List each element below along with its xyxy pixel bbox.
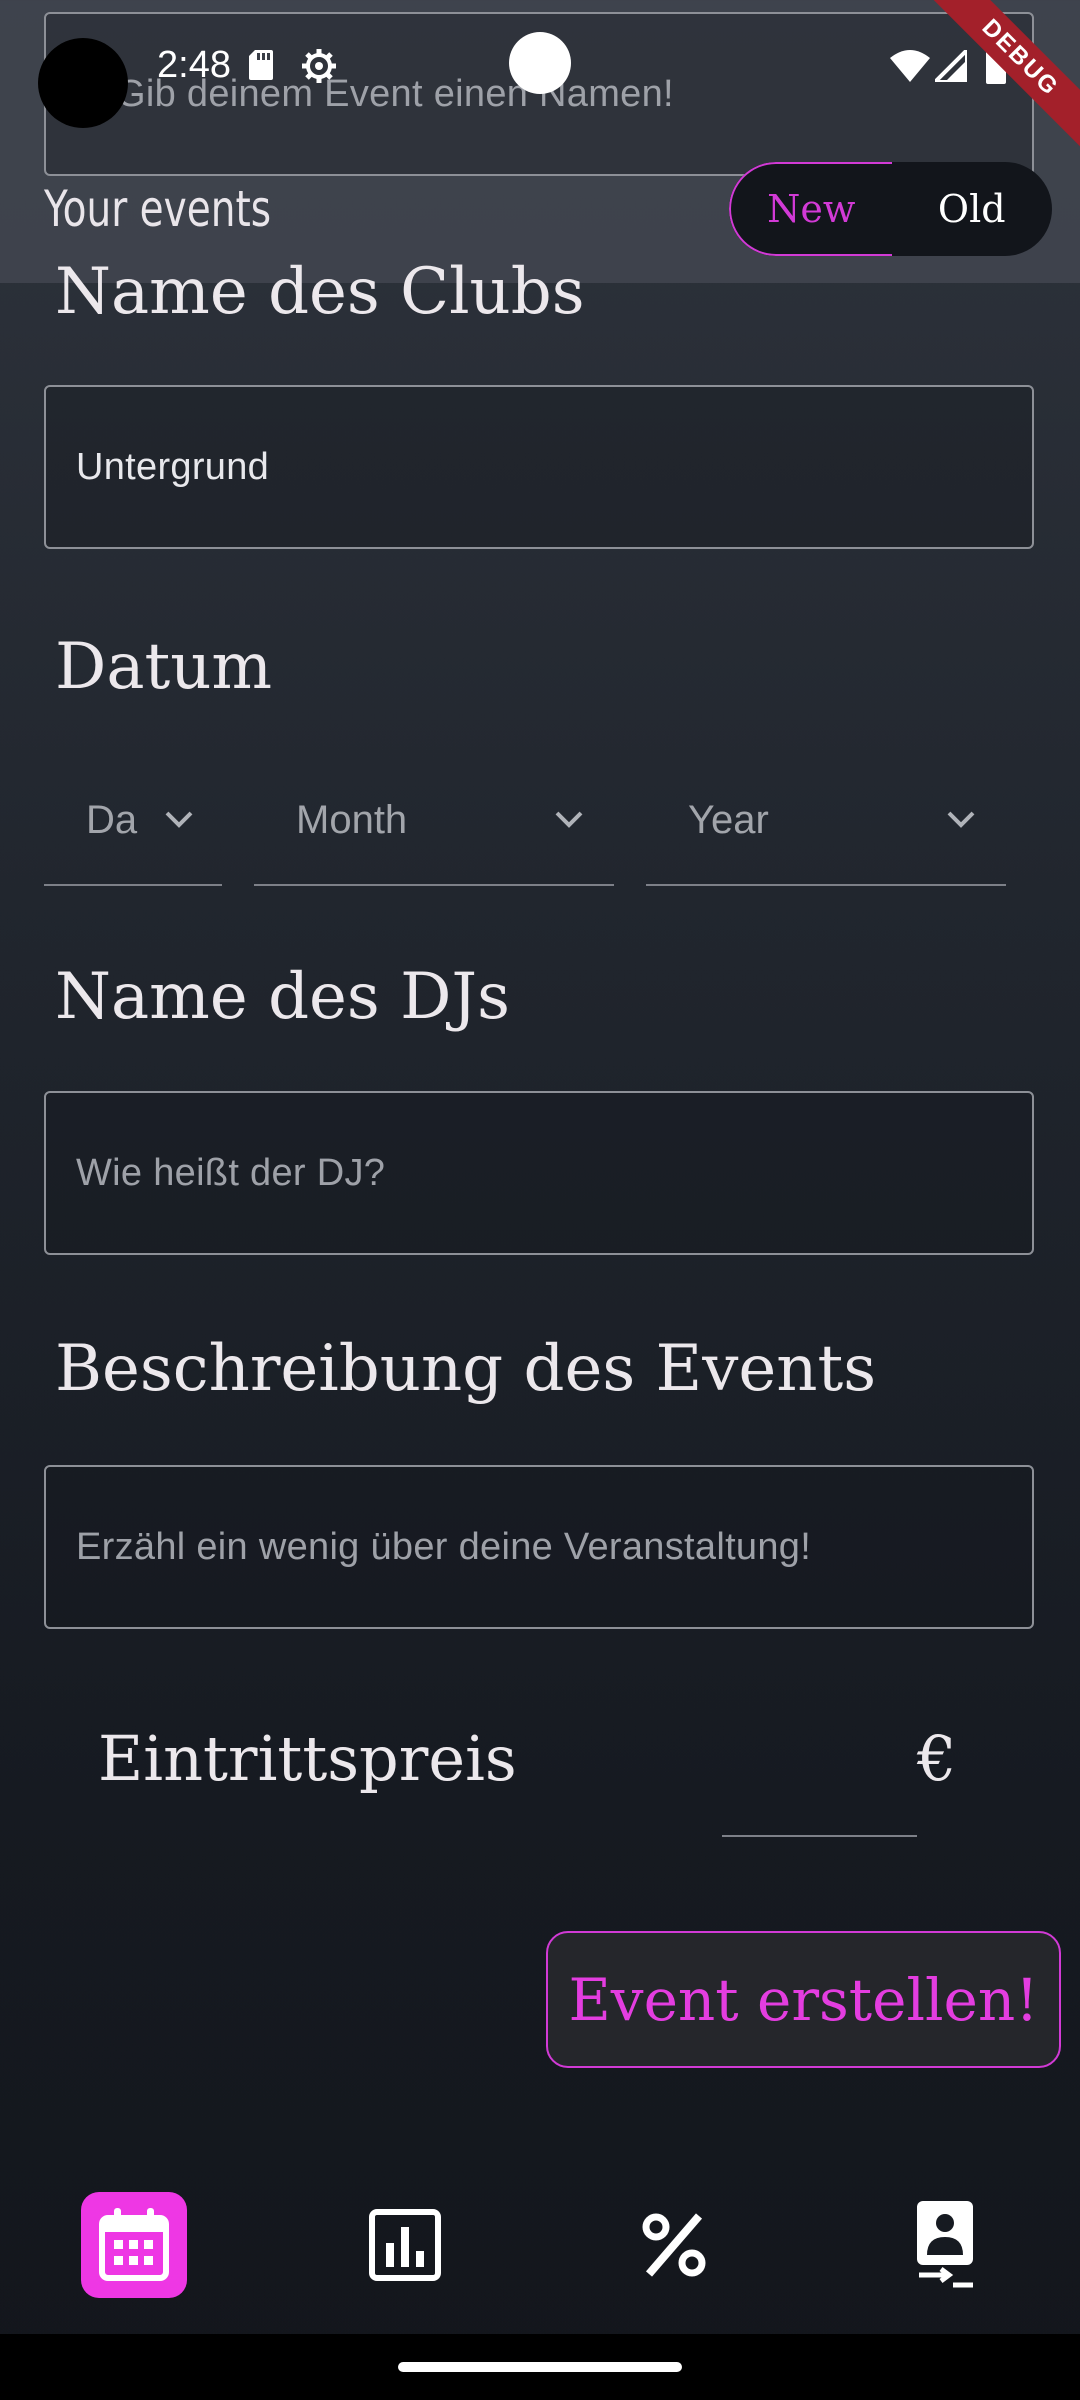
chevron-down-icon: [165, 811, 193, 828]
year-placeholder: Year: [688, 798, 769, 842]
month-dropdown[interactable]: Month: [254, 770, 614, 886]
price-input[interactable]: [722, 1835, 917, 1837]
calendar-icon: [99, 2208, 169, 2281]
month-placeholder: Month: [296, 798, 408, 842]
year-dropdown[interactable]: Year: [646, 770, 1006, 886]
description-label: Beschreibung des Events: [55, 1332, 877, 1406]
day-placeholder: Da: [86, 798, 138, 842]
dj-placeholder: Wie heißt der DJ?: [76, 1151, 386, 1194]
event-name-placeholder: Gib deinem Event einen Namen!: [116, 72, 674, 115]
toggle-new[interactable]: New: [729, 162, 892, 256]
toggle-old[interactable]: Old: [892, 162, 1053, 256]
nav-discounts[interactable]: [621, 2192, 727, 2298]
page-title: Your events: [44, 180, 272, 238]
nav-events[interactable]: [81, 2192, 187, 2298]
club-label: Name des Clubs: [55, 255, 585, 329]
description-input[interactable]: Erzähl ein wenig über deine Veranstaltun…: [44, 1465, 1034, 1629]
home-indicator[interactable]: [398, 2362, 682, 2372]
badge-transfer-icon: [917, 2201, 973, 2288]
events-toggle[interactable]: New Old: [729, 162, 1052, 256]
percent-icon: [642, 2213, 706, 2277]
nav-statistics[interactable]: [352, 2192, 458, 2298]
currency-symbol: €: [917, 1722, 957, 1795]
price-label: Eintrittspreis: [98, 1722, 517, 1795]
event-name-field[interactable]: Gib deinem Event einen Namen!: [44, 12, 1034, 176]
dj-input[interactable]: Wie heißt der DJ?: [44, 1091, 1034, 1255]
bottom-navigation: [0, 2170, 1080, 2330]
nav-profile[interactable]: [892, 2192, 998, 2298]
club-value: Untergrund: [76, 445, 270, 488]
description-placeholder: Erzähl ein wenig über deine Veranstaltun…: [76, 1525, 812, 1568]
day-dropdown[interactable]: Da: [44, 770, 222, 886]
date-label: Datum: [55, 630, 273, 704]
dj-label: Name des DJs: [55, 960, 510, 1034]
create-event-button[interactable]: Event erstellen!: [546, 1931, 1061, 2068]
club-input[interactable]: Untergrund: [44, 385, 1034, 549]
chevron-down-icon: [555, 811, 583, 828]
chevron-down-icon: [947, 811, 975, 828]
bar-chart-icon: [369, 2209, 441, 2281]
